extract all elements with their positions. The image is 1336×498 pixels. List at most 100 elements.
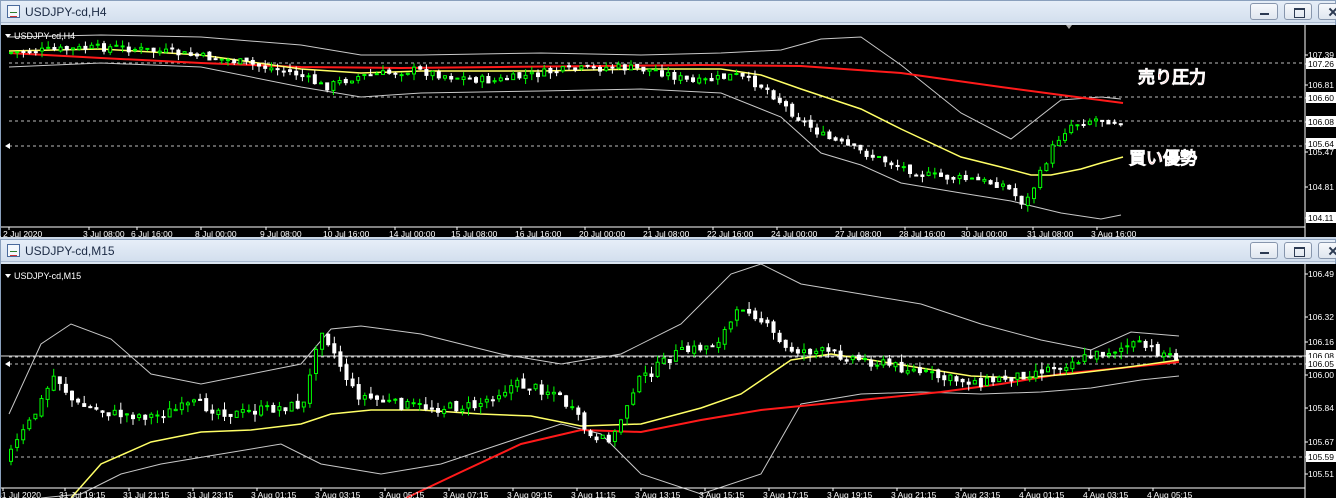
bull-candle (631, 392, 636, 405)
bull-candle (320, 332, 325, 350)
bear-candle (1013, 188, 1018, 197)
time-label: 3 Aug 16:00 (1091, 229, 1137, 237)
price-label: 107.26 (1308, 59, 1334, 69)
bear-candle (635, 63, 640, 69)
bull-candle (448, 402, 453, 409)
bull-candle (15, 51, 20, 54)
time-label: 10 Jul 16:00 (323, 229, 370, 237)
bear-candle (598, 66, 602, 72)
bull-candle (21, 429, 26, 441)
bear-candle (833, 137, 838, 141)
bull-candle (643, 372, 648, 376)
bear-candle (784, 101, 788, 107)
bull-candle (405, 72, 410, 75)
bull-candle (484, 398, 489, 403)
time-label: 21 Jul 08:00 (643, 229, 690, 237)
bear-candle (864, 150, 869, 157)
bull-candle (716, 341, 721, 348)
bear-candle (83, 45, 88, 50)
bull-candle (238, 58, 243, 65)
bear-candle (454, 401, 459, 412)
bear-candle (204, 398, 209, 412)
bollinger-lower (8, 62, 1122, 220)
close-button[interactable] (1318, 242, 1336, 259)
bull-candle (692, 345, 697, 354)
time-label: 14 Jul 00:00 (389, 229, 436, 237)
bear-candle (887, 358, 892, 366)
bear-candle (1003, 375, 1008, 380)
bull-candle (932, 172, 937, 175)
bear-candle (765, 319, 770, 324)
bear-candle (505, 77, 509, 81)
bull-candle (560, 66, 565, 72)
bull-candle (9, 448, 13, 462)
bear-candle (375, 395, 379, 400)
bull-candle (612, 430, 617, 443)
bear-candle (57, 376, 62, 384)
bull-candle (1063, 133, 1067, 141)
bear-candle (21, 50, 26, 54)
bear-candle (567, 65, 571, 68)
bear-candle (250, 59, 255, 65)
bull-candle (715, 74, 720, 80)
price-chart[interactable]: 107.39107.26106.81106.60106.08105.64105.… (1, 25, 1336, 237)
bull-candle (1025, 196, 1030, 207)
minimize-button[interactable] (1250, 242, 1278, 259)
bear-candle (765, 87, 770, 90)
bear-candle (691, 77, 695, 82)
bear-candle (1143, 341, 1148, 348)
bear-candle (954, 376, 959, 382)
bull-candle (678, 75, 683, 81)
maximize-button[interactable] (1284, 242, 1312, 259)
bear-candle (486, 76, 491, 84)
bear-candle (994, 182, 999, 188)
bull-candle (911, 368, 916, 372)
title-bar[interactable]: USDJPY-cd,M15 (1, 240, 1336, 262)
bear-candle (131, 414, 135, 420)
bear-candle (467, 77, 472, 80)
bull-candle (155, 414, 160, 417)
bull-candle (1070, 361, 1075, 370)
bear-candle (783, 339, 788, 348)
bull-candle (301, 401, 306, 408)
bull-candle (149, 413, 154, 418)
chart-area[interactable]: 107.39 107.26 106.81 106.60 106.08 105.64 105.… (1, 25, 1336, 237)
title-bar[interactable]: USDJPY-cd,H4 (1, 1, 1336, 23)
time-label: 8 Jul 00:00 (195, 229, 237, 237)
annotation-buy-dominance: 買い優勢 (1129, 149, 1198, 170)
symbol-label: USDJPY-cd,M15 (5, 271, 81, 281)
bear-candle (27, 50, 32, 54)
bull-candle (492, 80, 497, 83)
bear-candle (281, 70, 286, 73)
bear-candle (846, 139, 850, 146)
bear-candle (100, 410, 105, 413)
bear-candle (63, 383, 68, 393)
close-button[interactable] (1318, 3, 1336, 20)
bear-candle (672, 71, 677, 80)
bear-candle (338, 351, 343, 367)
shift-marker (1066, 25, 1072, 29)
bear-candle (1149, 345, 1154, 348)
bull-candle (802, 349, 806, 354)
bull-candle (1046, 366, 1050, 373)
bear-candle (746, 75, 751, 78)
symbol-text: USDJPY-cd,M15 (14, 271, 82, 281)
symbol-label: USDJPY-cd,H4 (5, 31, 75, 41)
bear-candle (381, 399, 386, 403)
bear-candle (945, 174, 950, 180)
bear-candle (976, 176, 981, 181)
bull-candle (926, 171, 931, 177)
minimize-button[interactable] (1250, 3, 1278, 20)
bull-candle (480, 75, 485, 83)
bull-candle (417, 402, 422, 405)
bear-candle (920, 174, 925, 177)
chart-area[interactable]: 106.49 106.32 106.16 106.08 106.05 106.00 105.… (1, 264, 1336, 498)
price-chart[interactable]: 106.49106.32106.16106.08106.05106.00105.… (1, 264, 1336, 498)
time-label: 31 Jul 08:00 (1027, 229, 1074, 237)
bear-candle (759, 318, 764, 323)
bear-candle (660, 70, 664, 77)
maximize-button[interactable] (1284, 3, 1312, 20)
time-label: 15 Jul 08:00 (451, 229, 498, 237)
bull-candle (1038, 169, 1043, 189)
bull-candle (673, 350, 678, 362)
